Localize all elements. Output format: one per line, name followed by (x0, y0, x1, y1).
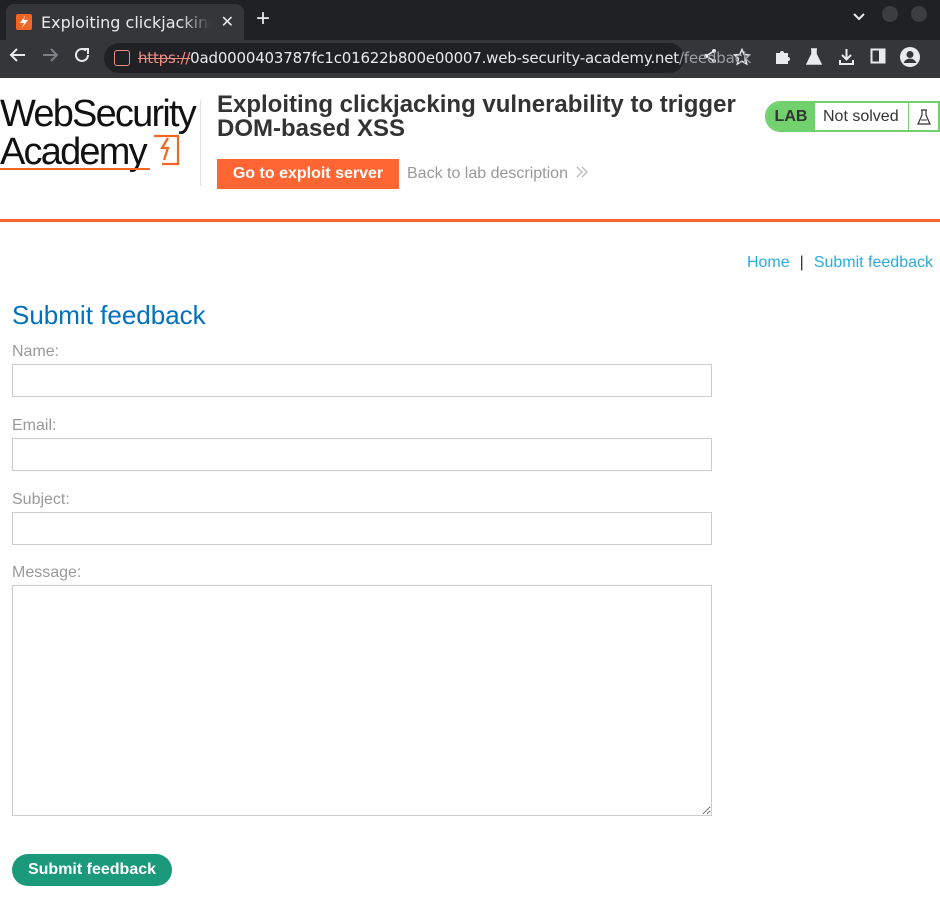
forward-arrow-icon[interactable] (41, 46, 59, 70)
back-link-label: Back to lab description (407, 165, 568, 182)
double-chevron-right-icon (574, 165, 589, 182)
browser-tab-strip: Exploiting clickjacking vulnerability to… (0, 0, 940, 40)
nav-submit-feedback-link[interactable]: Submit feedback (814, 254, 933, 271)
url-text: https://0ad0000403787fc1c01622b800e00007… (138, 49, 751, 67)
top-nav: Home | Submit feedback (747, 254, 933, 272)
lab-solved-status: Not solved (815, 103, 908, 130)
back-to-lab-description-link[interactable]: Back to lab description (407, 165, 589, 183)
name-label: Name: (12, 343, 60, 360)
window-minimize-icon[interactable] (882, 6, 898, 22)
logo-line-2: Academy (0, 132, 200, 172)
download-icon[interactable] (838, 48, 855, 70)
subject-label: Subject: (12, 491, 70, 508)
browser-tab-active[interactable]: Exploiting clickjacking vulnerability to… (6, 4, 244, 40)
go-to-exploit-server-button[interactable]: Go to exploit server (217, 159, 399, 189)
email-field[interactable] (12, 438, 712, 471)
web-security-academy-logo[interactable]: WebSecurity Academy (0, 93, 200, 172)
lab-title: Exploiting clickjacking vulnerability to… (217, 91, 736, 142)
nav-separator: | (799, 254, 804, 271)
url-host: 0ad0000403787fc1c01622b800e00007.web-sec… (190, 49, 679, 67)
logo-underline (0, 168, 150, 170)
labs-flask-icon[interactable] (805, 48, 823, 70)
logo-line-2-text: Academy (0, 131, 148, 173)
lab-flask-icon (908, 103, 938, 130)
header-orange-rule (0, 219, 940, 222)
address-bar[interactable]: https://0ad0000403787fc1c01622b800e00007… (104, 43, 751, 73)
lab-status-badge: LAB Not solved (765, 101, 940, 132)
url-scheme: https:// (138, 49, 191, 67)
page-title: Submit feedback (12, 300, 206, 330)
url-path: /feedback (678, 49, 752, 67)
name-field[interactable] (12, 364, 712, 397)
lab-favicon-icon (16, 14, 32, 30)
tab-close-icon[interactable]: ✕ (221, 12, 234, 32)
header-divider (200, 100, 201, 186)
side-panel-icon[interactable] (870, 48, 886, 69)
email-label: Email: (12, 417, 57, 434)
tab-title: Exploiting clickjacking vulnerability to… (41, 12, 211, 32)
message-label: Message: (12, 564, 82, 581)
new-tab-icon[interactable]: + (256, 7, 270, 31)
not-secure-warning-icon[interactable] (114, 50, 130, 66)
logo-bolt-icon (152, 132, 182, 172)
reload-icon[interactable] (73, 46, 91, 70)
submit-feedback-button[interactable]: Submit feedback (12, 854, 172, 886)
profile-avatar-icon[interactable] (899, 46, 921, 73)
nav-home-link[interactable]: Home (747, 254, 790, 271)
logo-line-1: WebSecurity (0, 93, 197, 135)
tab-search-chevron-icon[interactable] (852, 9, 866, 28)
subject-field[interactable] (12, 512, 712, 545)
extensions-puzzle-icon[interactable] (774, 48, 791, 70)
message-field[interactable] (12, 585, 712, 816)
lab-badge-tag: LAB (767, 103, 815, 130)
window-maximize-icon[interactable] (911, 6, 927, 22)
back-arrow-icon[interactable] (9, 46, 27, 70)
